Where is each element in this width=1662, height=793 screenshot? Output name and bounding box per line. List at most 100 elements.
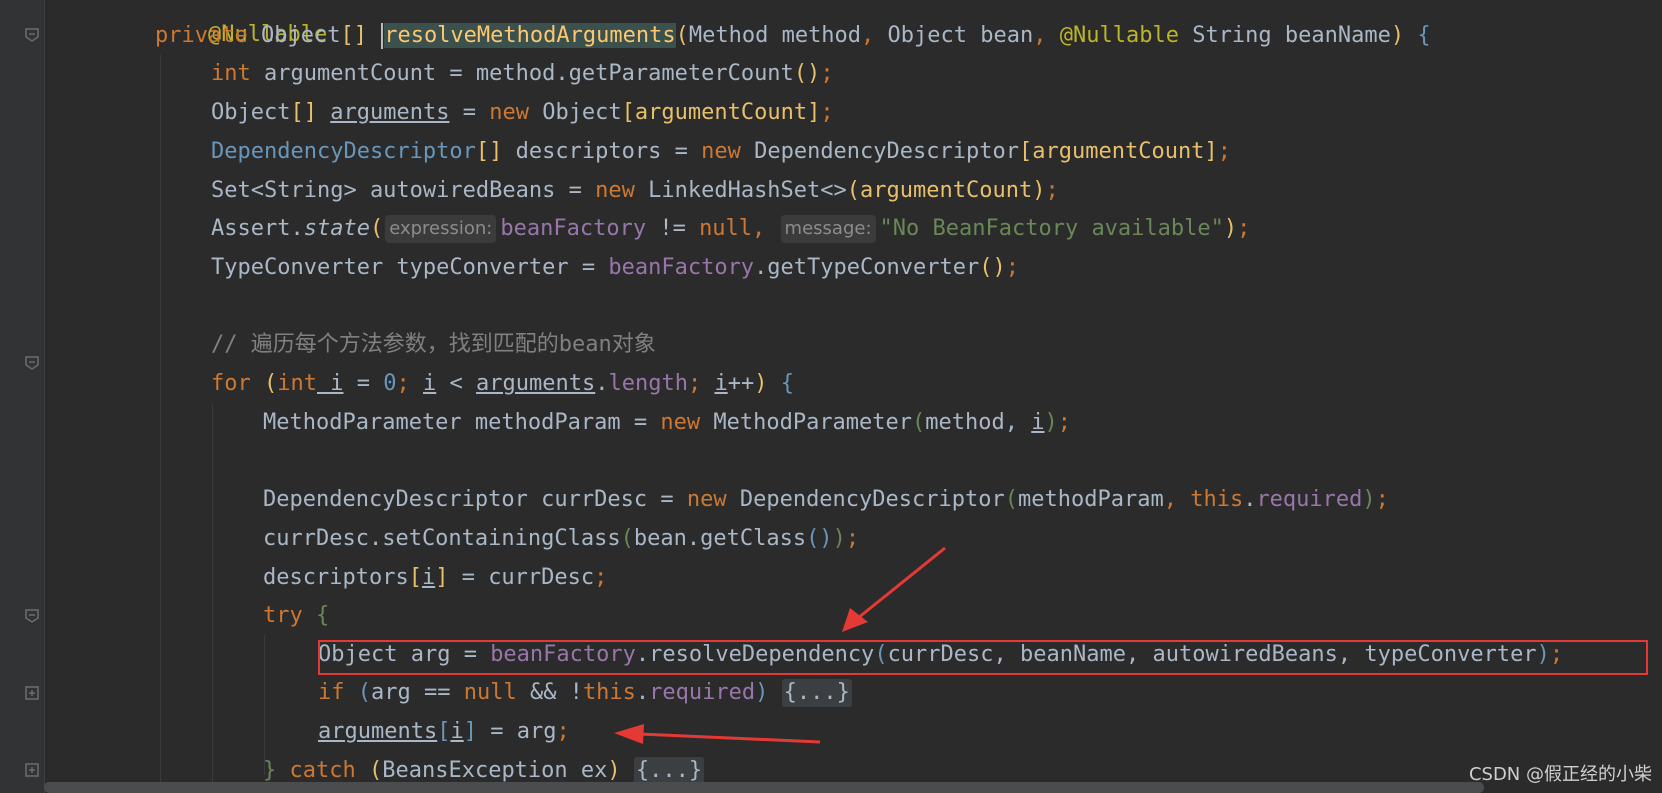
- comment: // 遍历每个方法参数，找到匹配的bean对象: [211, 332, 656, 357]
- paren: ): [607, 758, 634, 783]
- index: [argumentCount]: [621, 100, 821, 125]
- comma: ,: [1033, 23, 1047, 48]
- field: required: [1256, 487, 1363, 512]
- type-name: DependencyDescriptor: [211, 139, 476, 164]
- code-line: for (int i = 0; i < arguments.length; i+…: [211, 365, 794, 403]
- keyword: this: [1190, 487, 1244, 512]
- paren: (: [344, 680, 371, 705]
- code-text: arg ==: [371, 680, 464, 705]
- field: length: [608, 371, 688, 396]
- code-line: Object[] arguments = new Object[argument…: [211, 94, 834, 132]
- indent-guide: [212, 404, 213, 793]
- paren: (: [250, 371, 278, 396]
- paren: (: [620, 526, 634, 551]
- paren: (): [979, 255, 1006, 280]
- array-brackets: []: [290, 100, 317, 125]
- method-name: state: [303, 216, 370, 241]
- variable: i: [421, 565, 436, 590]
- code-text: = arg: [476, 719, 557, 744]
- type-name: MethodParameter: [700, 410, 913, 435]
- code-line: Set<String> autowiredBeans = new LinkedH…: [211, 172, 1059, 210]
- dot: .: [595, 371, 609, 396]
- paren: (: [1004, 487, 1018, 512]
- variable: i: [317, 371, 344, 396]
- arguments: (argumentCount): [846, 178, 1046, 203]
- code-text: Set<String> autowiredBeans =: [211, 178, 596, 203]
- text-cursor: [381, 23, 384, 49]
- semicolon: ;: [1045, 178, 1059, 203]
- bracket: ]: [435, 565, 449, 590]
- semicolon: ;: [556, 719, 570, 744]
- folded-block[interactable]: {...}: [633, 757, 705, 785]
- dot: .: [635, 680, 650, 705]
- code-text: descriptors =: [502, 139, 702, 164]
- paren: (: [675, 23, 689, 48]
- semicolon: ;: [1057, 410, 1071, 435]
- code-line: @Nullable: [155, 0, 327, 47]
- semicolon: ;: [687, 371, 715, 396]
- code-line: DependencyDescriptor currDesc = new Depe…: [263, 481, 1389, 519]
- semicolon: ;: [594, 565, 608, 590]
- keyword: null: [463, 680, 517, 705]
- horizontal-scrollbar[interactable]: [44, 782, 1484, 793]
- field: beanFactory: [608, 255, 755, 280]
- type-name: Object: [211, 100, 291, 125]
- keyword: for: [211, 371, 251, 396]
- paren: ): [1223, 216, 1238, 241]
- code-line: MethodParameter methodParam = new Method…: [263, 404, 1071, 442]
- brace: {: [302, 603, 330, 628]
- code-line: if (arg == null && !this.required) {...}: [318, 674, 852, 712]
- variable: arguments: [330, 100, 450, 125]
- comma: ,: [752, 216, 766, 241]
- paren: ): [1362, 487, 1376, 512]
- code-text: argumentCount = method.getParameterCount: [250, 61, 794, 86]
- operator: ++: [727, 371, 755, 396]
- semicolon: ;: [1217, 139, 1231, 164]
- keyword: if: [318, 680, 345, 705]
- brace: }: [263, 758, 290, 783]
- keyword: new: [595, 178, 635, 203]
- brace: {: [780, 371, 794, 396]
- code-text: DependencyDescriptor currDesc =: [263, 487, 687, 512]
- comma: ,: [861, 23, 875, 48]
- method-call: currDesc.setContainingClass: [263, 526, 621, 551]
- code-text: MethodParameter methodParam =: [263, 410, 661, 435]
- paren: ): [1390, 23, 1405, 48]
- folded-block[interactable]: {...}: [781, 679, 852, 707]
- parameter: Method method: [688, 23, 862, 48]
- semicolon: ;: [396, 371, 423, 396]
- dot: .: [1243, 487, 1257, 512]
- code-line: arguments[i] = arg;: [318, 713, 570, 751]
- field: beanFactory: [500, 216, 647, 241]
- brace: {: [1404, 23, 1431, 48]
- variable: i: [714, 371, 728, 396]
- paren: ): [754, 371, 781, 396]
- keyword: int: [277, 371, 317, 396]
- paren: ): [755, 680, 769, 705]
- keyword: new: [489, 100, 529, 125]
- variable: i: [1031, 410, 1045, 435]
- indent-guide: [160, 55, 161, 793]
- keyword: null: [699, 216, 753, 241]
- parameter: String beanName: [1178, 23, 1391, 48]
- watermark: CSDN @假正经的小柴: [1468, 764, 1652, 785]
- semicolon: ;: [1237, 216, 1251, 241]
- variable: descriptors: [263, 565, 409, 590]
- code-text: TypeConverter typeConverter =: [211, 255, 609, 280]
- code-line: descriptors[i] = currDesc;: [263, 559, 607, 597]
- type-name: Object: [260, 23, 341, 48]
- bracket: [: [408, 565, 422, 590]
- operator: =: [343, 371, 384, 396]
- parameter-hint: expression:: [385, 215, 497, 243]
- keyword: private: [155, 23, 248, 48]
- annotation: @Nullable: [1046, 23, 1179, 48]
- semicolon: ;: [820, 61, 834, 86]
- variable: arguments: [476, 371, 596, 396]
- type-name: LinkedHashSet<>: [634, 178, 847, 203]
- semicolon: ;: [1375, 487, 1389, 512]
- array-brackets: []: [340, 23, 367, 48]
- code-line: int argumentCount = method.getParameterC…: [211, 55, 834, 93]
- keyword: int: [211, 61, 251, 86]
- paren: (: [355, 758, 383, 783]
- variable: arguments: [318, 719, 438, 744]
